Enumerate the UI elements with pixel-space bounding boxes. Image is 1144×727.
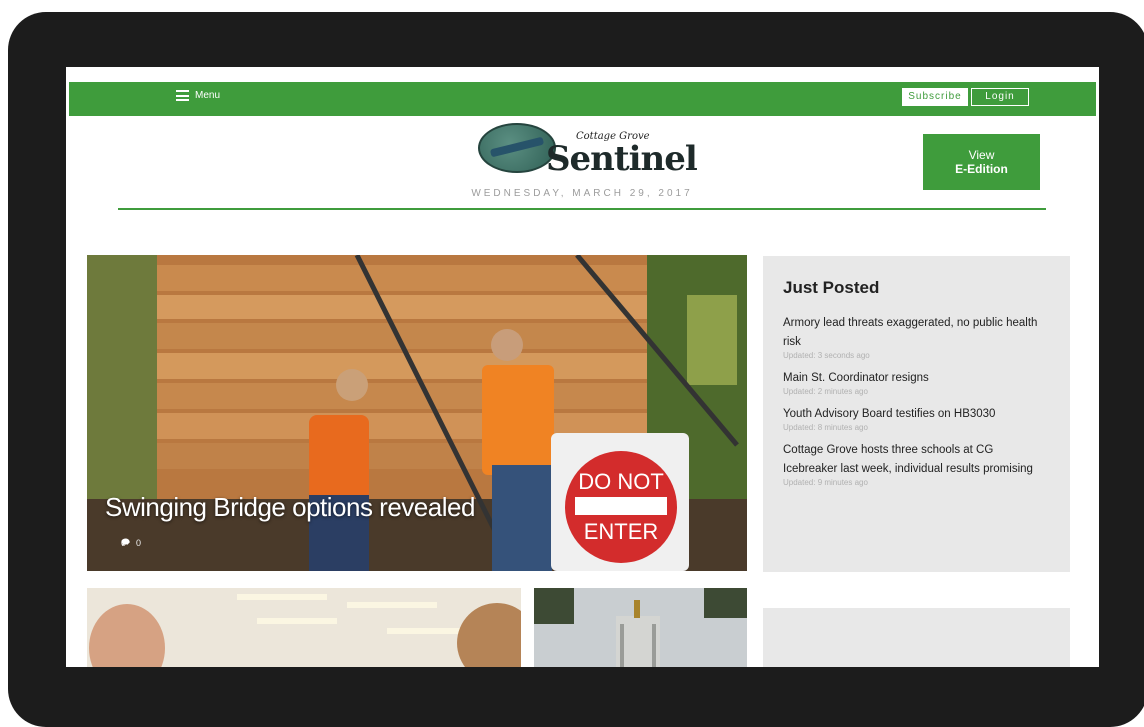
dateline: WEDNESDAY, MARCH 29, 2017 xyxy=(471,188,693,199)
list-item-headline[interactable]: Main St. Coordinator resigns xyxy=(783,369,1043,388)
story-thumbnail-photo xyxy=(87,588,521,667)
featured-story-photo: DO NOT ENTER xyxy=(87,255,747,571)
list-item-time: Updated: 8 minutes ago xyxy=(783,423,868,432)
subscribe-button[interactable]: Subscribe xyxy=(902,88,968,106)
sign-bottom-text: ENTER xyxy=(584,519,659,544)
comment-count: 0 xyxy=(136,538,142,548)
list-item[interactable]: Youth Advisory Board testifies on HB3030… xyxy=(783,405,1043,432)
story-thumbnail[interactable] xyxy=(87,588,521,667)
just-posted-panel: Just Posted Armory lead threats exaggera… xyxy=(763,256,1070,572)
sidebar-widget xyxy=(763,608,1070,667)
list-item-time: Updated: 3 seconds ago xyxy=(783,351,870,360)
just-posted-list: Armory lead threats exaggerated, no publ… xyxy=(783,314,1043,496)
site-logo[interactable]: Cottage Grove Sentinel xyxy=(466,121,726,181)
featured-story[interactable]: DO NOT ENTER Swinging Bridge options rev… xyxy=(87,255,747,571)
menu-label: Menu xyxy=(195,90,221,101)
featured-headline[interactable]: Swinging Bridge options revealed xyxy=(105,492,475,523)
story-thumbnail[interactable] xyxy=(534,588,747,667)
login-button[interactable]: Login xyxy=(971,88,1029,106)
list-item-headline[interactable]: Youth Advisory Board testifies on HB3030 xyxy=(783,405,1043,424)
story-stats: 0 0 xyxy=(121,538,141,548)
comment-stat[interactable]: 0 xyxy=(121,538,142,548)
browser-viewport: Menu Subscribe Login Cottage Grove Senti… xyxy=(66,67,1099,667)
list-item[interactable]: Armory lead threats exaggerated, no publ… xyxy=(783,314,1043,360)
menu-button[interactable]: Menu xyxy=(176,90,220,101)
logo-title: Sentinel xyxy=(546,139,698,179)
eedition-line1: View xyxy=(968,148,995,162)
list-item-headline[interactable]: Cottage Grove hosts three schools at CG … xyxy=(783,441,1043,479)
comment-icon xyxy=(121,538,130,546)
view-eedition-button[interactable]: View E-Edition xyxy=(923,134,1040,190)
list-item-time: Updated: 9 minutes ago xyxy=(783,478,868,487)
sign-top-text: DO NOT xyxy=(578,469,664,494)
just-posted-title: Just Posted xyxy=(783,278,880,297)
hamburger-icon xyxy=(176,90,189,101)
list-item[interactable]: Cottage Grove hosts three schools at CG … xyxy=(783,441,1043,487)
eedition-line2: E-Edition xyxy=(955,162,1008,176)
list-item-time: Updated: 2 minutes ago xyxy=(783,387,868,396)
header-divider xyxy=(118,208,1046,210)
list-item[interactable]: Main St. Coordinator resigns Updated: 2 … xyxy=(783,369,1043,396)
top-nav-bar: Menu Subscribe Login xyxy=(69,82,1096,116)
story-thumbnail-photo xyxy=(534,588,747,667)
award-seal-icon xyxy=(478,123,556,173)
list-item-headline[interactable]: Armory lead threats exaggerated, no publ… xyxy=(783,314,1043,352)
